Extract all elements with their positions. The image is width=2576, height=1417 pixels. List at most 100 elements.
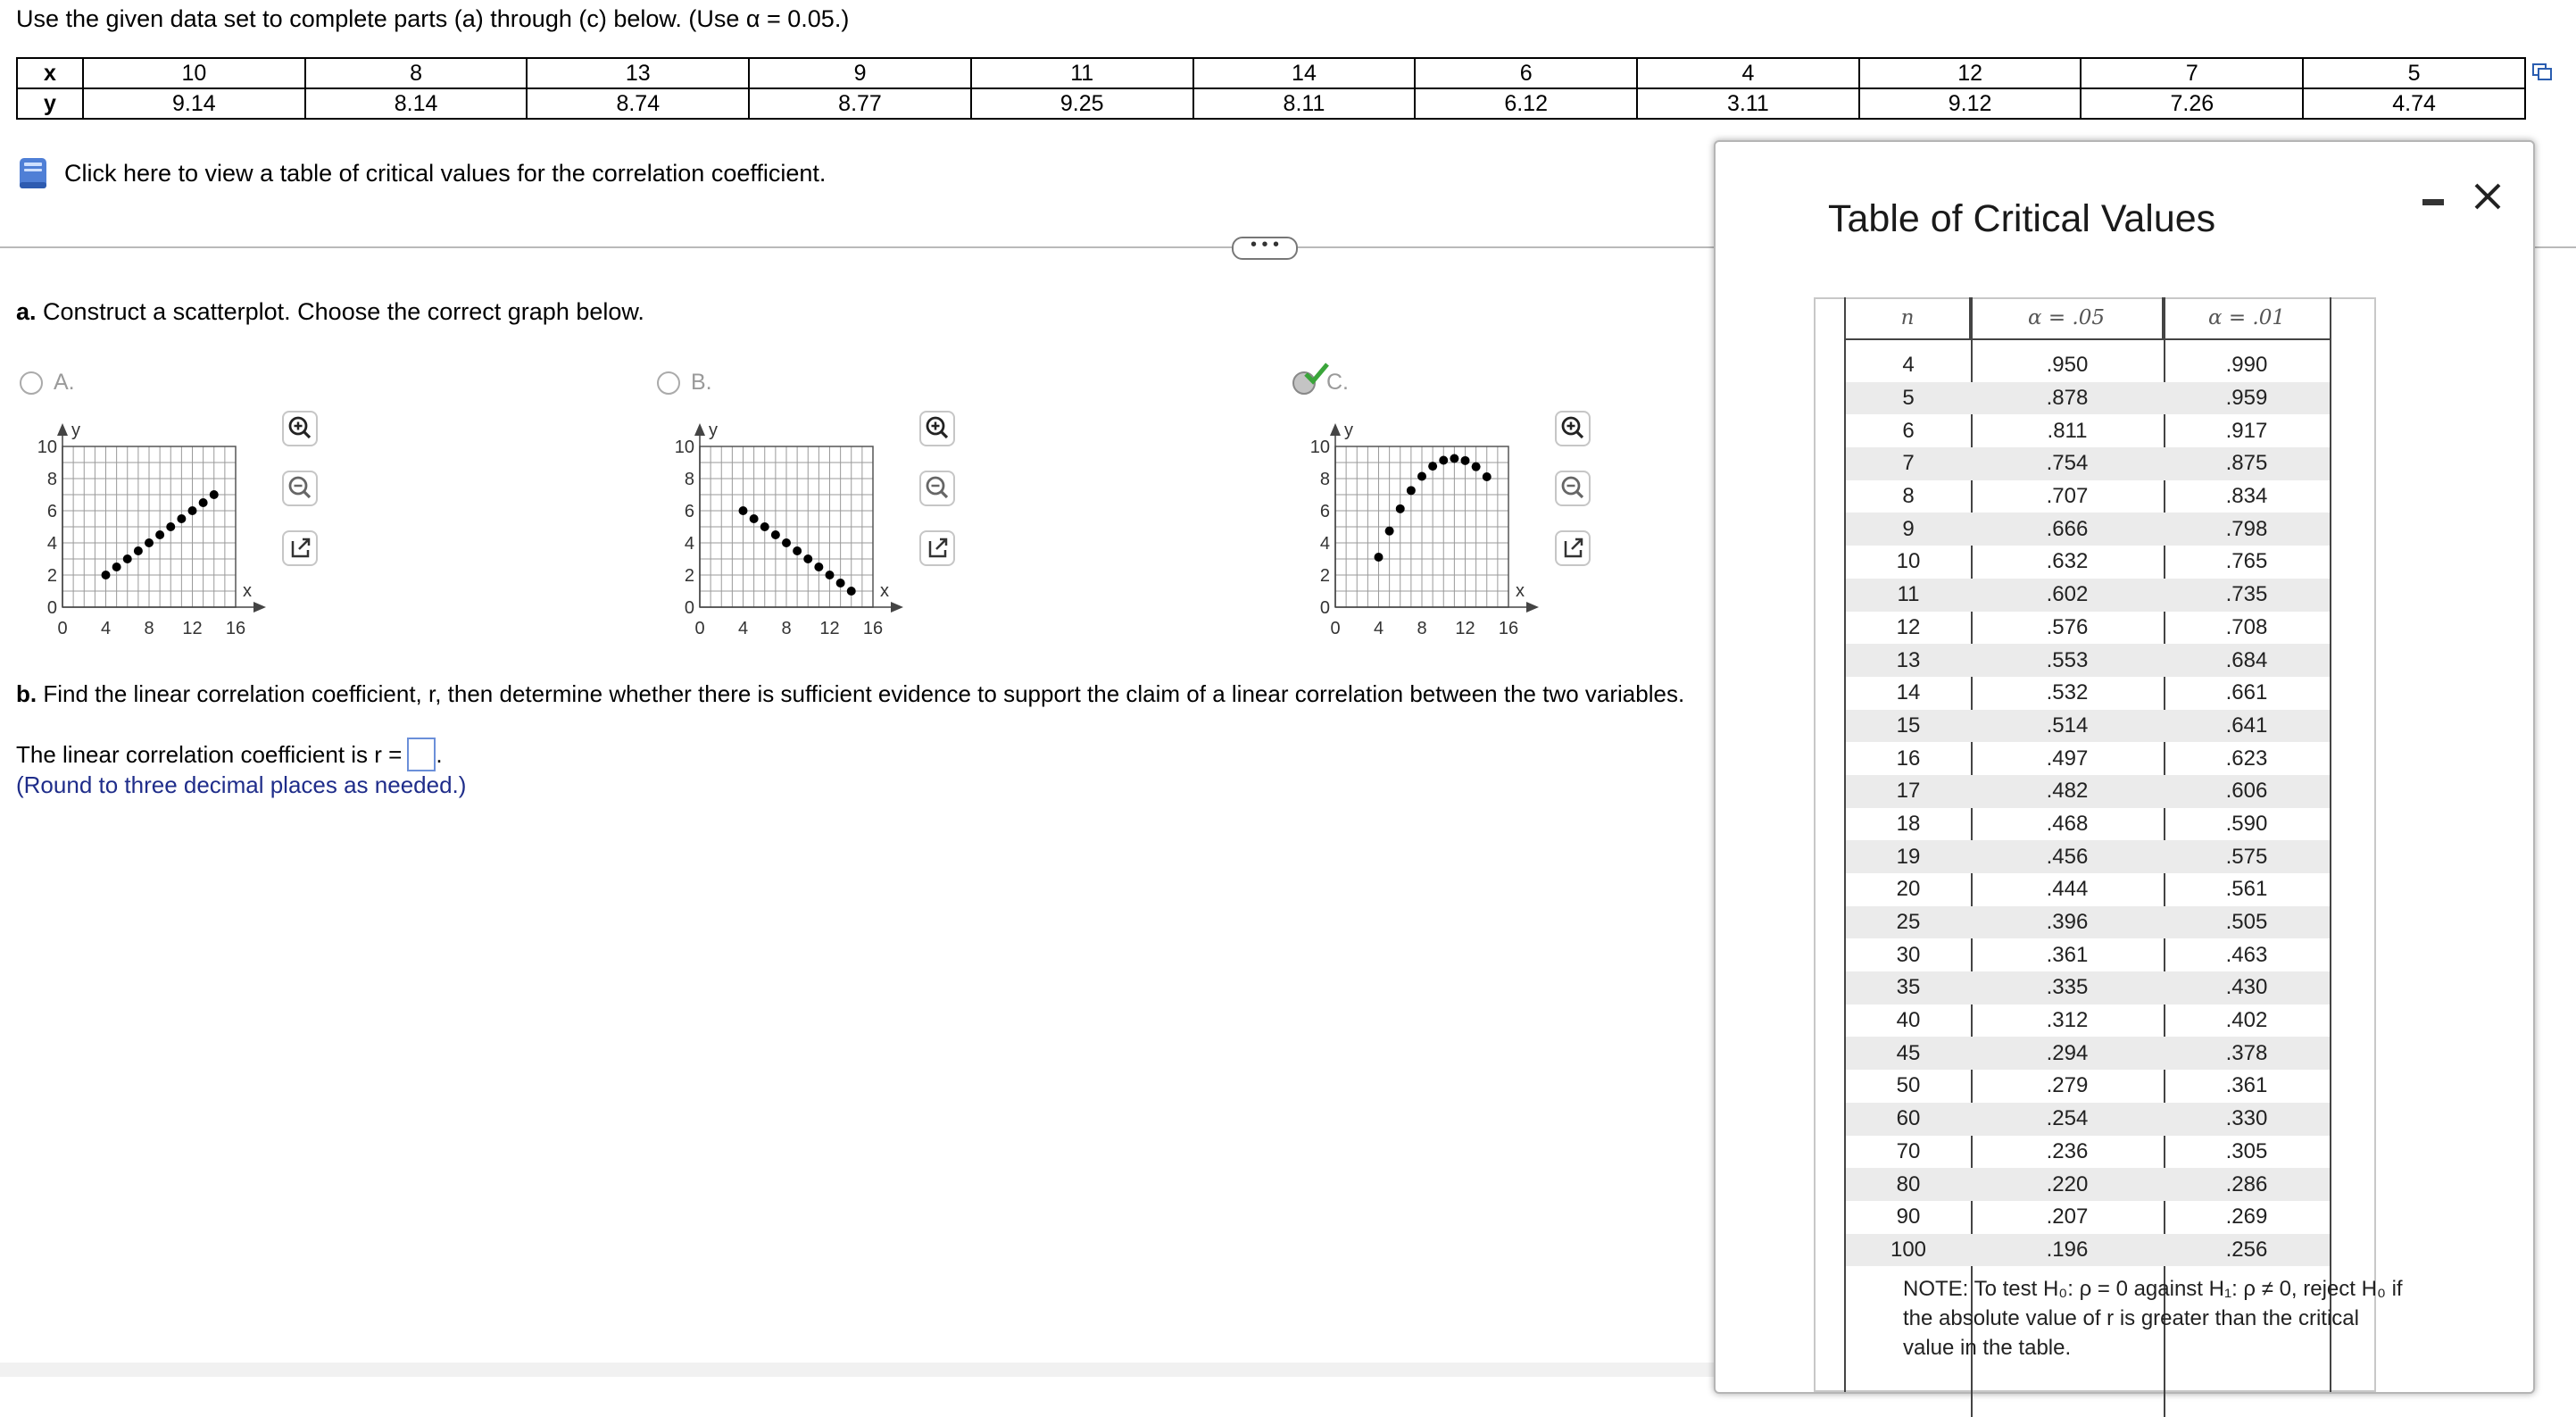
x-tick-label: 4 bbox=[738, 619, 748, 638]
y-value-cell: 7.26 bbox=[2080, 88, 2305, 120]
cell-n: 50 bbox=[1896, 1073, 1921, 1098]
cell-n: 8 bbox=[1902, 484, 1915, 509]
r-answer-input[interactable] bbox=[407, 738, 436, 771]
cell-alpha-01: .959 bbox=[2225, 386, 2268, 411]
cell-alpha-05: .532 bbox=[2046, 680, 2089, 705]
popout-button[interactable] bbox=[282, 530, 318, 566]
option-radio-a[interactable] bbox=[20, 371, 43, 395]
scatter-point bbox=[209, 490, 219, 499]
scatter-point bbox=[782, 538, 791, 547]
y-tick-label: 8 bbox=[685, 470, 694, 489]
table-row: 20 .444 .561 bbox=[1846, 873, 2330, 906]
zoom-in-button[interactable] bbox=[1555, 411, 1591, 446]
scatter-point bbox=[770, 530, 780, 539]
bottom-bar bbox=[0, 1363, 1714, 1377]
table-row: 30 .361 .463 bbox=[1846, 938, 2330, 971]
table-row: 45 .294 .378 bbox=[1846, 1037, 2330, 1071]
close-icon[interactable] bbox=[2465, 174, 2510, 219]
zoom-in-button[interactable] bbox=[919, 411, 955, 446]
cell-n: 15 bbox=[1896, 713, 1921, 738]
cell-n: 9 bbox=[1902, 516, 1915, 541]
cell-n: 35 bbox=[1896, 975, 1921, 1000]
scatter-point bbox=[738, 506, 748, 515]
critical-values-link-text[interactable]: Click here to view a table of critical v… bbox=[64, 160, 826, 188]
scatter-point bbox=[122, 554, 132, 563]
cell-alpha-05: .312 bbox=[2046, 1008, 2089, 1033]
popout-button[interactable] bbox=[1555, 530, 1591, 566]
x-tick-label: 4 bbox=[1374, 619, 1384, 638]
cell-alpha-05: .294 bbox=[2046, 1040, 2089, 1065]
scatter-point bbox=[1460, 455, 1470, 465]
zoom-in-button[interactable] bbox=[282, 411, 318, 446]
zoom-out-icon bbox=[1561, 476, 1584, 499]
x-tick-label: 12 bbox=[819, 619, 839, 638]
cell-n: 100 bbox=[1890, 1237, 1927, 1262]
critical-values-link[interactable]: Click here to view a table of critical v… bbox=[16, 155, 826, 191]
cell-alpha-01: .505 bbox=[2225, 910, 2268, 935]
zoom-out-button[interactable] bbox=[282, 471, 318, 506]
scatter-point bbox=[1395, 504, 1405, 513]
cell-alpha-05: .497 bbox=[2046, 746, 2089, 771]
table-row: 100 .196 .256 bbox=[1846, 1233, 2330, 1267]
table-row: 35 .335 .430 bbox=[1846, 971, 2330, 1004]
coef-period: . bbox=[436, 740, 443, 768]
cell-alpha-01: .561 bbox=[2225, 877, 2268, 902]
table-row: 60 .254 .330 bbox=[1846, 1102, 2330, 1136]
table-note: NOTE: To test H₀: ρ = 0 against H₁: ρ ≠ … bbox=[1903, 1277, 2403, 1360]
cell-alpha-01: .735 bbox=[2225, 582, 2268, 607]
x-tick-label: 8 bbox=[144, 619, 154, 638]
book-icon bbox=[20, 158, 46, 188]
scatter-point bbox=[749, 514, 759, 523]
popout-icon bbox=[1564, 538, 1583, 558]
table-row: 15 .514 .641 bbox=[1846, 709, 2330, 743]
cell-n: 16 bbox=[1896, 746, 1921, 771]
x-tick-label: 0 bbox=[694, 619, 704, 638]
scatterplot-option-a: y x 10 8 6 4 2 00 4 8 12 16 bbox=[37, 421, 266, 638]
cell-alpha-01: .590 bbox=[2225, 811, 2268, 836]
y-value-cell: 9.25 bbox=[969, 88, 1194, 120]
cell-alpha-05: .444 bbox=[2046, 877, 2089, 902]
minimize-icon[interactable] bbox=[2415, 188, 2451, 215]
y-tick-label: 10 bbox=[1310, 438, 1330, 457]
cell-alpha-01: .606 bbox=[2225, 779, 2268, 804]
table-row: 10 .632 .765 bbox=[1846, 546, 2330, 579]
table-row: 18 .468 .590 bbox=[1846, 808, 2330, 841]
x-value-cell: 14 bbox=[1192, 57, 1417, 89]
y-tick-label: 10 bbox=[37, 438, 57, 457]
cell-alpha-05: .632 bbox=[2046, 549, 2089, 574]
cell-alpha-01: .575 bbox=[2225, 844, 2268, 869]
x-tick-label: 4 bbox=[101, 619, 111, 638]
zoom-out-button[interactable] bbox=[1555, 471, 1591, 506]
cell-alpha-01: .708 bbox=[2225, 614, 2268, 639]
y-value-cell: 3.11 bbox=[1636, 88, 1860, 120]
cell-alpha-05: .456 bbox=[2046, 844, 2089, 869]
copy-data-icon[interactable] bbox=[2531, 63, 2553, 82]
part-a-prompt: Construct a scatterplot. Choose the corr… bbox=[43, 298, 644, 325]
table-row: 16 .497 .623 bbox=[1846, 742, 2330, 775]
x-axis-label: x bbox=[880, 581, 889, 601]
more-button[interactable]: • • • bbox=[1232, 236, 1298, 260]
y-header: y bbox=[16, 88, 84, 120]
cell-alpha-01: .463 bbox=[2225, 942, 2268, 967]
table-row: 25 .396 .505 bbox=[1846, 905, 2330, 939]
y-value-cell: 8.14 bbox=[303, 88, 528, 120]
cell-n: 17 bbox=[1896, 779, 1921, 804]
scatter-point bbox=[155, 530, 165, 539]
zoom-in-icon bbox=[288, 416, 312, 439]
cell-alpha-05: .811 bbox=[2047, 418, 2088, 443]
scatter-point bbox=[101, 571, 111, 579]
scatter-point bbox=[1471, 462, 1481, 471]
popout-button[interactable] bbox=[919, 530, 955, 566]
cell-alpha-05: .396 bbox=[2046, 910, 2089, 935]
cell-alpha-01: .661 bbox=[2225, 680, 2268, 705]
cell-alpha-05: .754 bbox=[2046, 451, 2089, 476]
zoom-out-button[interactable] bbox=[919, 471, 955, 506]
table-row: 9 .666 .798 bbox=[1846, 513, 2330, 546]
scatter-point bbox=[1482, 472, 1492, 482]
table-header: n α = .05 α = .01 bbox=[1846, 297, 2330, 340]
option-radio-b[interactable] bbox=[657, 371, 680, 395]
y-tick-label: 6 bbox=[1320, 502, 1330, 521]
y-tick-label: 2 bbox=[1320, 566, 1330, 586]
x-tick-label: 8 bbox=[781, 619, 791, 638]
part-b-text: b. Find the linear correlation coefficie… bbox=[16, 680, 1684, 708]
